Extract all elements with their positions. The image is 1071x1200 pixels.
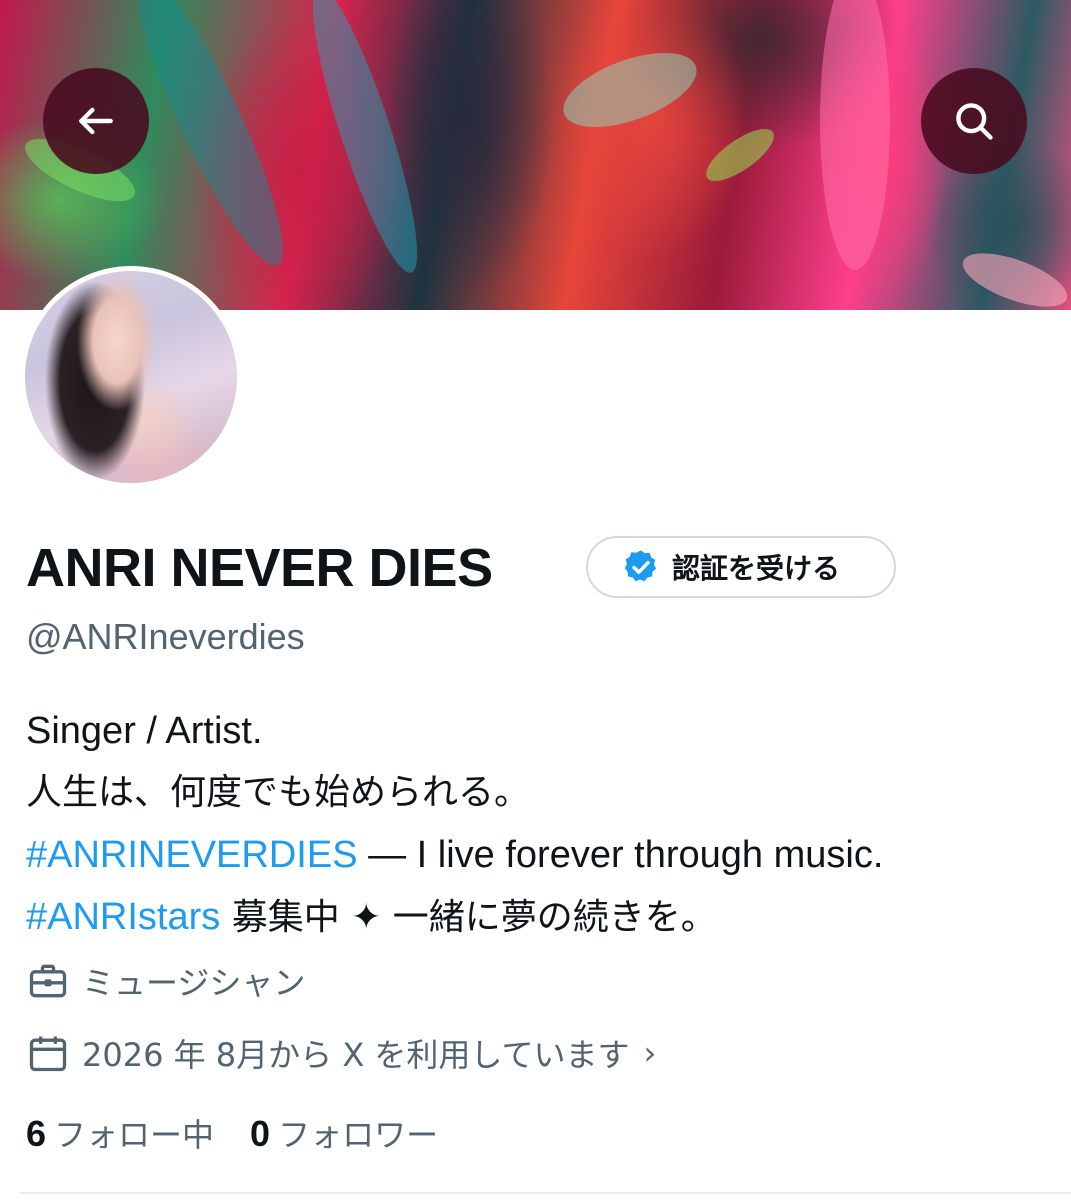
hashtag-link[interactable]: #ANRINEVERDIES (26, 834, 358, 876)
bio-line-1: Singer / Artist. (26, 710, 263, 752)
verified-badge-icon (624, 550, 657, 582)
join-date-text: 2026 年 8月から X を利用しています (82, 1036, 630, 1074)
arrow-left-icon (79, 107, 113, 135)
avatar[interactable] (20, 266, 242, 488)
display-name: ANRI NEVER DIES (26, 538, 493, 598)
calendar-icon (29, 1036, 67, 1072)
avatar-photo (25, 271, 237, 483)
briefcase-icon (29, 964, 67, 998)
bio-text: — I live forever through music. (357, 834, 884, 876)
profile-bio: Singer / Artist. 人生は、何度でも始められる。 #ANRINEV… (26, 700, 1056, 949)
section-divider (20, 1192, 1071, 1200)
bio-line-4: #ANRIstars 募集中 ✦ 一緒に夢の続きを。 (26, 886, 1056, 949)
get-verified-label: 認証を受ける (672, 552, 841, 585)
back-button[interactable] (43, 68, 149, 174)
category-text: ミュージシャン (82, 964, 306, 1002)
following-link[interactable]: 6 フォロー中 (26, 1110, 214, 1156)
followers-count: 0 (250, 1113, 271, 1154)
bio-line-3: #ANRINEVERDIES — I live forever through … (26, 824, 1056, 886)
bio-text: 募集中 ✦ 一緒に夢の続きを。 (220, 897, 717, 938)
hashtag-link[interactable]: #ANRIstars (26, 896, 220, 938)
search-icon (956, 103, 993, 140)
following-label: フォロー中 (54, 1116, 215, 1154)
chevron-right-icon: › (643, 1034, 657, 1072)
follow-stats: 6 フォロー中 0 フォロワー (26, 1110, 438, 1156)
bio-line-2: 人生は、何度でも始められる。 (26, 772, 531, 813)
get-verified-button[interactable]: 認証を受ける (586, 536, 896, 598)
following-count: 6 (26, 1113, 47, 1154)
user-handle: @ANRIneverdies (26, 616, 305, 657)
profile-name-row: ANRI NEVER DIES 認証を受ける (26, 536, 896, 600)
followers-link[interactable]: 0 フォロワー (250, 1110, 438, 1156)
profile-banner[interactable] (0, 0, 1071, 310)
followers-label: フォロワー (278, 1116, 439, 1154)
profile-category: ミュージシャン (26, 958, 305, 1004)
search-button[interactable] (921, 68, 1027, 174)
join-date-link[interactable]: 2026 年 8月から X を利用しています › (26, 1030, 656, 1076)
